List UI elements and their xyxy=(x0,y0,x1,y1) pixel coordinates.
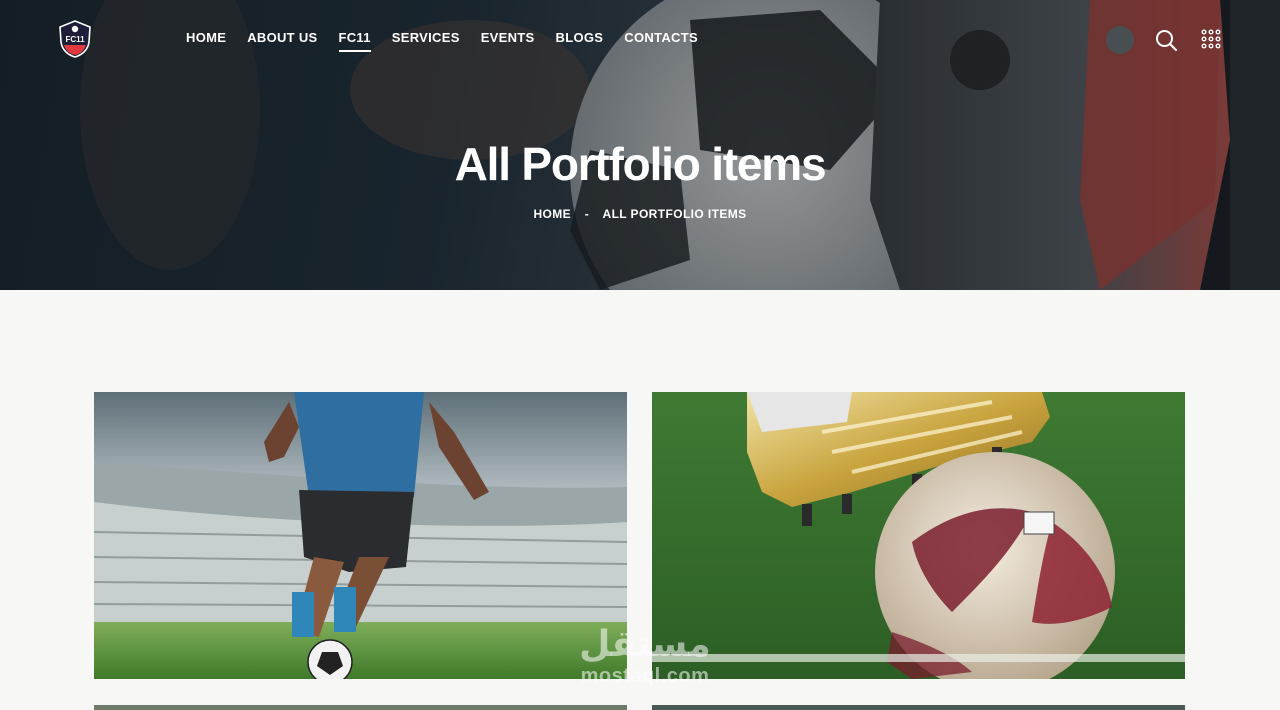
main-navigation: FC11 HOME ABOUT US FC11 SERVICES EVENTS … xyxy=(0,0,1280,78)
breadcrumb: HOME - ALL PORTFOLIO ITEMS xyxy=(0,207,1280,221)
hero-banner: FC11 HOME ABOUT US FC11 SERVICES EVENTS … xyxy=(0,0,1280,290)
portfolio-item-3[interactable] xyxy=(94,705,627,710)
portfolio-item-4[interactable] xyxy=(652,705,1185,710)
nav-item-home[interactable]: HOME xyxy=(186,30,226,46)
breadcrumb-current: ALL PORTFOLIO ITEMS xyxy=(602,207,747,221)
search-button[interactable] xyxy=(1154,28,1178,52)
grid-menu-button[interactable] xyxy=(1201,29,1221,49)
portfolio-item-player-dribbling[interactable] xyxy=(94,392,627,679)
nav-item-events[interactable]: EVENTS xyxy=(481,30,535,46)
nav-menu: HOME ABOUT US FC11 SERVICES EVENTS BLOGS… xyxy=(186,30,719,52)
nav-item-about-us[interactable]: ABOUT US xyxy=(247,30,317,46)
portfolio-image-boot-ball xyxy=(652,392,1185,679)
nav-item-fc11[interactable]: FC11 xyxy=(338,30,372,52)
page: FC11 HOME ABOUT US FC11 SERVICES EVENTS … xyxy=(0,0,1280,710)
portfolio-image-player-stadium xyxy=(94,392,627,679)
nav-item-services[interactable]: SERVICES xyxy=(392,30,460,46)
search-icon xyxy=(1156,30,1177,51)
page-title: All Portfolio items xyxy=(454,138,827,190)
breadcrumb-home-link[interactable]: HOME xyxy=(533,207,571,221)
nav-item-contacts[interactable]: CONTACTS xyxy=(624,30,698,46)
grid-menu-icon xyxy=(1201,29,1221,49)
logo[interactable]: FC11 xyxy=(58,20,92,58)
portfolio-item-boot-and-ball[interactable] xyxy=(652,392,1185,679)
nav-item-blogs[interactable]: BLOGS xyxy=(556,30,604,46)
fc11-shield-logo-icon: FC11 xyxy=(59,20,91,58)
svg-text:FC11: FC11 xyxy=(65,35,85,44)
breadcrumb-separator: - xyxy=(584,207,590,221)
